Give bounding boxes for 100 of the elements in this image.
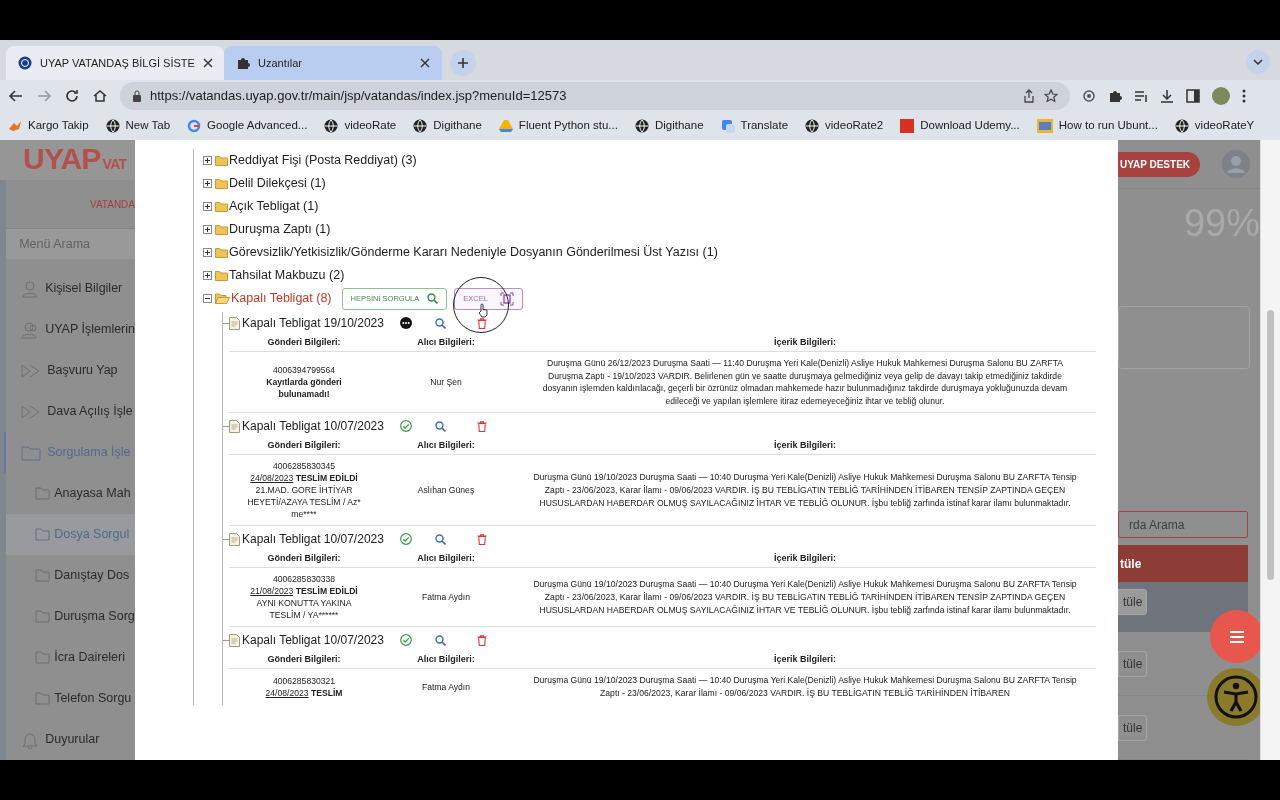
column-header: Gönderi Bilgileri:	[266, 552, 342, 566]
record-title[interactable]: Kapalı Tebligat 19/10/2023	[242, 314, 400, 332]
trash-icon[interactable]	[477, 420, 487, 432]
download-icon[interactable]	[1160, 89, 1174, 103]
recipient-name: Aslıhan Güneş	[416, 484, 476, 497]
bookmark[interactable]: Translate	[720, 115, 789, 137]
home-icon[interactable]	[92, 88, 108, 104]
folder-icon	[35, 692, 51, 705]
submenu-item[interactable]: İcra Daireleri	[6, 637, 135, 678]
record-title[interactable]: Kapalı Tebligat 10/07/2023	[242, 417, 400, 436]
search-icon[interactable]	[435, 317, 446, 329]
shipment-info: 4006285830321 24/08/2023 TESLİM	[264, 674, 344, 699]
expand-icon[interactable]	[203, 248, 212, 257]
scrollbar-thumb[interactable]	[1267, 310, 1274, 580]
folder-label[interactable]: Delil Dilekçesi (1)	[229, 174, 326, 193]
menu-item[interactable]: Başvuru Yap	[6, 350, 135, 391]
tab-list-button[interactable]	[1246, 50, 1270, 74]
column-header: Alıcı Bilgileri:	[416, 653, 476, 667]
bookmark[interactable]: videoRate2	[805, 115, 884, 137]
bookmark[interactable]: Google Advanced...	[187, 115, 308, 137]
search-icon[interactable]	[435, 634, 446, 646]
share-icon[interactable]	[1022, 89, 1036, 103]
close-icon[interactable]	[420, 58, 430, 68]
document-icon	[229, 532, 240, 546]
back-icon[interactable]	[8, 88, 24, 104]
search-icon[interactable]	[435, 533, 446, 545]
bookmark[interactable]: videoRateY	[1174, 115, 1255, 137]
expand-icon[interactable]	[203, 271, 212, 280]
bookmark[interactable]: videoRate	[324, 115, 397, 137]
browser-tab[interactable]: UYAP VATANDAŞ BİLGİ SİSTE	[6, 46, 224, 80]
bird-icon	[8, 119, 22, 133]
search-icon[interactable]	[427, 293, 439, 304]
content-text: Duruşma Günü 26/12/2023 Duruşma Saati — 11:40 Duruşma Yeri Kale(Denizli) Asliye Hukuk Mahkemesi Duruşma Salonu BU ZARFTA Duruşma Zaptı - 19/10/2023 VARDIR. Belirlenen gün ve saatte duruşmaya gelmediğiniz veya gelip de davayı takip etmediğiniz takdirde dosyanın işlemden kaldırılacağı, geçerli bir özrünüz olmadan mahkemede hazır bulunmadığınız takdirde duruşmaya yokluğunuzda devam edileceği ve yapılan işlemlere itiraz edemeyeceğiniz ihtar ve tebliğ olunur.	[541, 357, 1069, 408]
expand-icon[interactable]	[203, 179, 212, 188]
menu-item[interactable]: Duyurular	[6, 719, 135, 760]
close-icon[interactable]	[202, 58, 213, 68]
open-folder-icon	[215, 293, 230, 304]
folder-label[interactable]: Kapalı Tebligat (8)	[231, 289, 332, 308]
check-circle-icon[interactable]	[400, 533, 412, 546]
folder-label[interactable]: Açık Tebligat (1)	[229, 197, 319, 216]
expand-icon[interactable]	[203, 202, 212, 211]
bookmark[interactable]: New Tab	[105, 115, 171, 137]
record-title[interactable]: Kapalı Tebligat 10/07/2023	[242, 530, 400, 549]
menu-item[interactable]: Dava Açılış İşle	[6, 391, 135, 432]
side-panel-icon[interactable]	[1186, 89, 1200, 103]
action-button[interactable]: tüle	[1118, 589, 1148, 615]
menu-item[interactable]: UYAP İşlemlerin	[6, 309, 135, 350]
more-icon[interactable]	[1242, 89, 1246, 103]
bookmark[interactable]: Kargo Takip	[8, 115, 89, 137]
bookmark[interactable]: Fluent Python stu...	[498, 115, 618, 137]
action-bar[interactable]: tüle	[1118, 545, 1248, 582]
accessibility-button[interactable]	[1207, 668, 1260, 726]
trash-icon[interactable]	[477, 317, 487, 329]
column-header: İçerik Bilgileri:	[773, 552, 837, 566]
folder-icon	[35, 569, 51, 582]
extension-icon[interactable]	[1082, 89, 1096, 103]
double-arrow-icon	[21, 363, 42, 378]
bookmark[interactable]: How to run Ubunt...	[1036, 115, 1158, 137]
recipient-name: Fatma Aydın	[420, 680, 472, 693]
profile-avatar-icon[interactable]	[1212, 87, 1230, 105]
ellipsis-icon[interactable]	[400, 317, 412, 329]
folder-label[interactable]: Reddiyat Fişi (Posta Reddiyat) (3)	[229, 151, 417, 170]
folder-label[interactable]: Görevsizlik/Yetkisizlik/Gönderme Kararı Nedeniyle Dosyanın Gönderilmesi Üst Yazısı (1)	[229, 243, 718, 262]
submenu-item[interactable]: Danıştay Dos	[6, 555, 135, 596]
submenu-item[interactable]: Anayasa Mah	[6, 473, 135, 514]
bookmark[interactable]: Digithane	[413, 115, 482, 137]
reload-icon[interactable]	[64, 88, 80, 104]
new-tab-button[interactable]	[450, 50, 476, 76]
trash-icon[interactable]	[477, 533, 487, 545]
bookmark[interactable]: Download Udemy...	[900, 115, 1020, 137]
expand-icon[interactable]	[203, 156, 212, 165]
menu-button[interactable]	[1210, 610, 1260, 663]
browser-tab[interactable]: Uzantılar	[224, 46, 442, 80]
trash-icon[interactable]	[477, 634, 487, 646]
action-button[interactable]: tüle	[1118, 714, 1148, 741]
url-text: https://vatandas.uyap.gov.tr/main/jsp/vatandas/index.jsp?menuId=12573	[150, 87, 568, 106]
folder-label[interactable]: Tahsilat Makbuzu (2)	[229, 266, 345, 285]
submenu-item[interactable]: Duruşma Sorg	[6, 596, 135, 637]
collapse-icon[interactable]	[203, 294, 212, 303]
folder-icon	[215, 270, 228, 281]
record-title[interactable]: Kapalı Tebligat 10/07/2023	[242, 631, 400, 650]
folder-icon	[215, 224, 228, 235]
playlist-icon[interactable]	[1134, 89, 1148, 103]
star-icon[interactable]	[1044, 89, 1058, 103]
check-circle-icon[interactable]	[400, 634, 412, 647]
folder-icon	[215, 247, 228, 258]
address-bar[interactable]: https://vatandas.uyap.gov.tr/main/jsp/vatandas/index.jsp?menuId=12573	[120, 82, 1070, 110]
check-circle-icon[interactable]	[400, 420, 412, 433]
menu-item[interactable]: Kişisel Bilgiler	[6, 268, 135, 309]
submenu-item[interactable]: Telefon Sorgu	[6, 678, 135, 719]
document-icon	[229, 316, 240, 330]
action-button[interactable]: tüle	[1118, 650, 1148, 677]
bookmark[interactable]: Digithane	[634, 115, 704, 137]
expand-icon[interactable]	[203, 225, 212, 234]
puzzle-icon[interactable]	[1108, 89, 1122, 103]
globe-icon	[634, 119, 649, 133]
bell-icon	[21, 730, 40, 749]
folder-label[interactable]: Duruşma Zaptı (1)	[229, 220, 331, 239]
support-button[interactable]: UYAP DESTEK	[1118, 151, 1201, 177]
search-icon[interactable]	[435, 420, 446, 432]
